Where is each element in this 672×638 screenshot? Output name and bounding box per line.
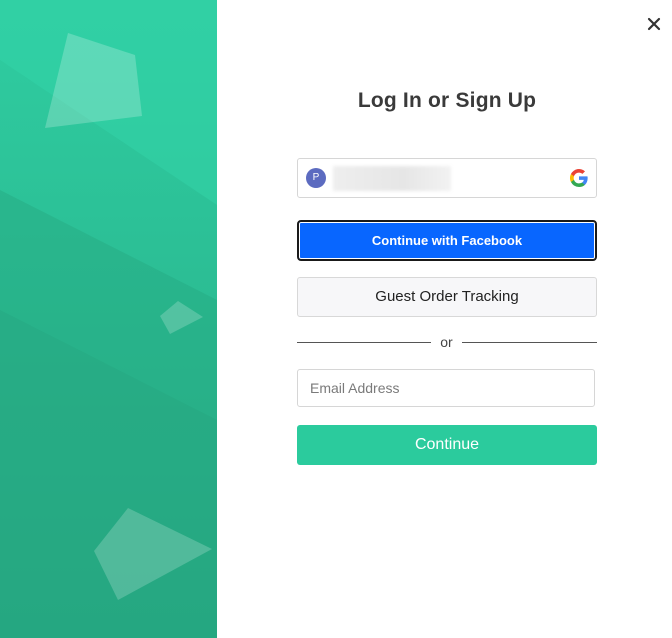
- login-modal: Log In or Sign Up P Continue with Facebo…: [0, 0, 672, 638]
- continue-button[interactable]: Continue: [297, 425, 597, 465]
- close-button[interactable]: [642, 12, 666, 36]
- avatar: P: [306, 168, 326, 188]
- modal-title: Log In or Sign Up: [357, 89, 537, 112]
- google-account-button[interactable]: P: [297, 158, 597, 198]
- side-panel-illustration: [0, 0, 217, 638]
- email-field[interactable]: [297, 369, 595, 407]
- or-divider: or: [297, 333, 597, 353]
- close-icon: [647, 17, 661, 31]
- google-icon: [570, 169, 588, 187]
- decorative-side-panel: [0, 0, 217, 638]
- divider-text: or: [440, 334, 453, 350]
- guest-order-tracking-button[interactable]: Guest Order Tracking: [297, 277, 597, 317]
- divider-line: [462, 342, 597, 343]
- redacted-account-name: [333, 166, 451, 191]
- divider-line: [297, 342, 431, 343]
- continue-with-facebook-button[interactable]: Continue with Facebook: [297, 220, 597, 261]
